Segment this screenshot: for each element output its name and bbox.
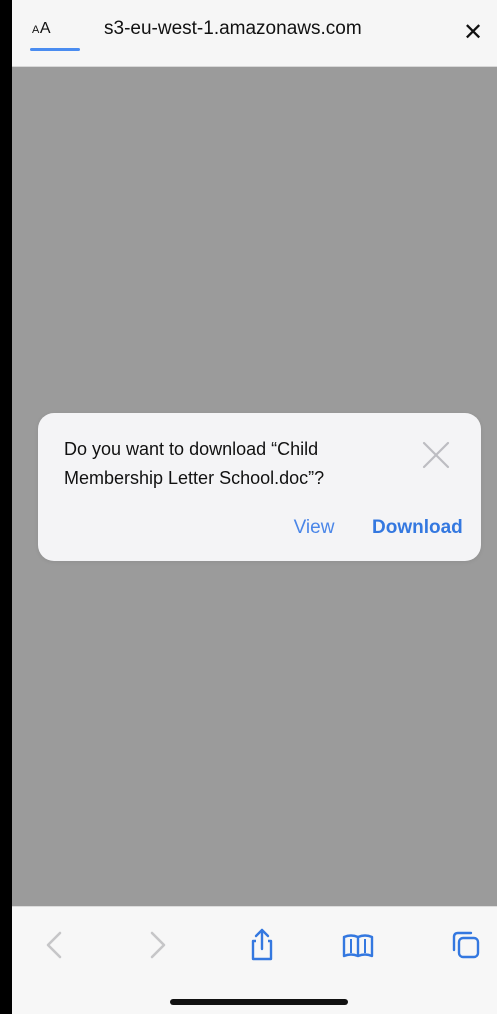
text-size-small-label: A	[32, 24, 40, 36]
text-size-large-label: A	[39, 20, 52, 37]
tabs-icon[interactable]	[446, 925, 486, 965]
text-size-button[interactable]: AA	[32, 20, 80, 50]
chevron-right-icon[interactable]	[136, 925, 176, 965]
view-button[interactable]: View	[284, 513, 344, 543]
download-dialog: Do you want to download “Child Membershi…	[38, 413, 481, 561]
page-load-indicator	[30, 48, 80, 51]
share-icon[interactable]	[242, 925, 282, 965]
url-text[interactable]: s3-eu-west-1.amazonaws.com	[104, 18, 444, 48]
book-icon[interactable]	[338, 925, 378, 965]
address-bar: AA s3-eu-west-1.amazonaws.com ✕	[12, 0, 497, 67]
chevron-left-icon[interactable]	[36, 925, 76, 965]
browser-screen: AA s3-eu-west-1.amazonaws.com ✕ Do you w…	[12, 0, 497, 1014]
dialog-close-icon[interactable]	[418, 437, 454, 473]
close-icon[interactable]: ✕	[458, 18, 488, 48]
home-indicator[interactable]	[170, 999, 348, 1005]
download-button[interactable]: Download	[372, 513, 484, 543]
dialog-message: Do you want to download “Child Membershi…	[64, 439, 325, 488]
bottom-toolbar	[12, 906, 497, 1014]
